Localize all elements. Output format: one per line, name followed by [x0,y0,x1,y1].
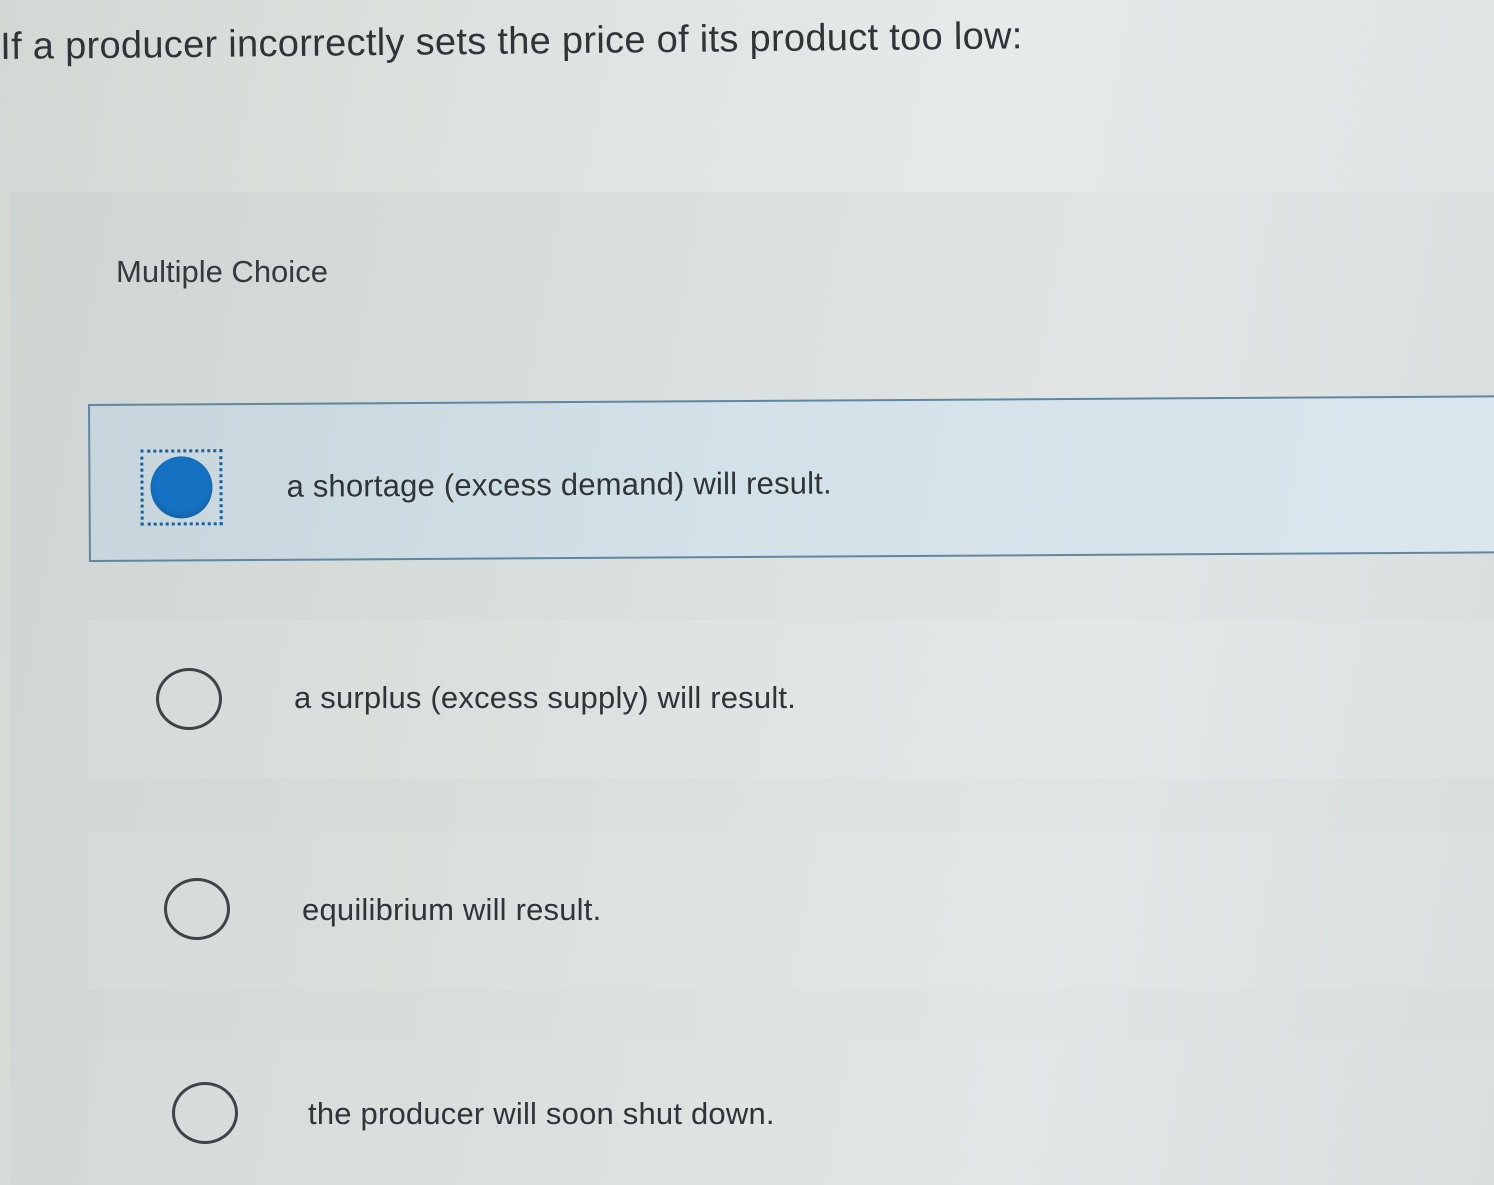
answer-option-2[interactable]: a surplus (excess supply) will result. [88,620,1494,778]
radio-unselected-icon[interactable] [156,668,222,730]
question-type-label: Multiple Choice [116,254,328,289]
answer-option-4[interactable]: the producer will soon shut down. [88,1040,1494,1185]
answer-option-label: a shortage (excess demand) will result. [286,465,832,504]
answer-option-1[interactable]: a shortage (excess demand) will result. [88,395,1494,562]
radio-unselected-icon[interactable] [164,878,230,940]
radio-selected-icon[interactable] [150,456,213,519]
answer-option-3[interactable]: equilibrium will result. [88,832,1494,990]
answer-option-label: equilibrium will result. [302,892,602,927]
answer-option-label: a surplus (excess supply) will result. [294,680,797,715]
answer-option-label: the producer will soon shut down. [308,1096,775,1131]
radio-unselected-icon[interactable] [172,1082,238,1144]
question-text: If a producer incorrectly sets the price… [0,15,1023,68]
focus-ring [140,449,223,526]
